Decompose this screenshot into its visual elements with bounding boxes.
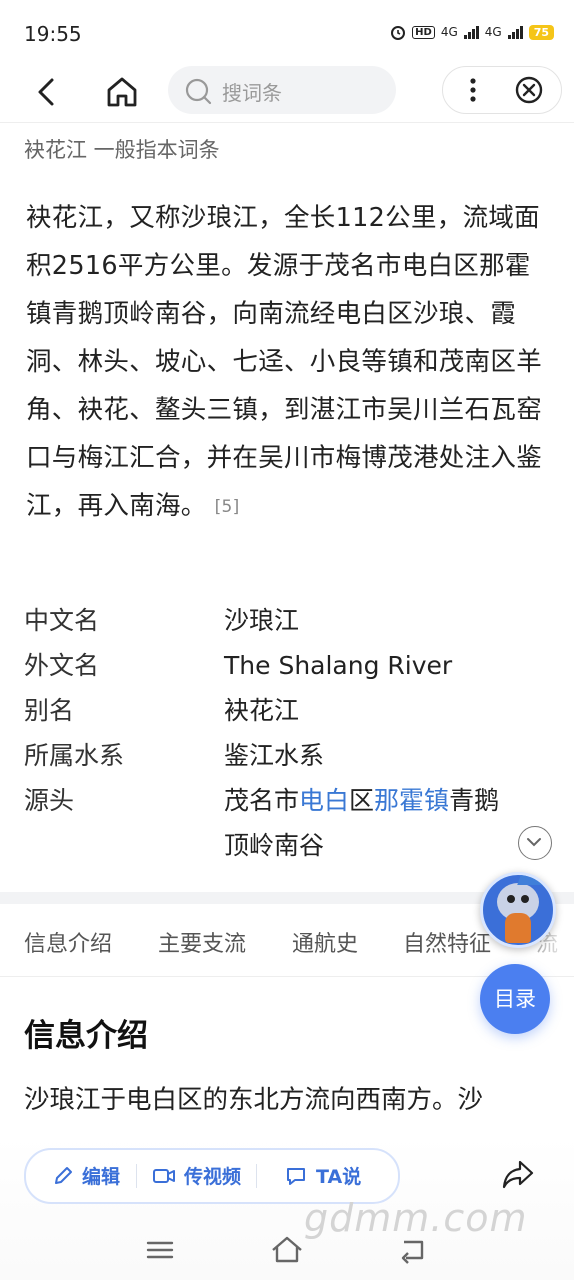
more-dots-icon <box>470 78 476 102</box>
top-nav: 搜词条 <box>0 66 574 118</box>
infobox-row-foreign-name: 外文名 The Shalang River <box>24 643 544 688</box>
system-home-button[interactable] <box>267 1230 307 1270</box>
infobox-value: 茂名市电白区那霍镇青鹅顶岭南谷 <box>224 778 524 868</box>
system-back-button[interactable] <box>394 1230 434 1270</box>
chevron-down-icon <box>527 838 541 847</box>
infobox-value: 袂花江 <box>224 696 300 725</box>
battery-indicator: 75 <box>528 24 554 40</box>
mascot-body <box>505 913 531 943</box>
upload-video-label: 传视频 <box>184 1166 242 1188</box>
recent-apps-button[interactable] <box>140 1230 180 1270</box>
infobox-key: 外文名 <box>24 651 100 680</box>
edit-button[interactable]: 编辑 <box>52 1162 120 1189</box>
link-nahuo-town[interactable]: 那霍镇 <box>374 786 449 815</box>
tab-info-intro[interactable]: 信息介绍 <box>24 926 112 958</box>
home-icon <box>107 77 137 107</box>
infobox-key: 别名 <box>24 696 75 725</box>
video-icon <box>153 1168 175 1183</box>
home-button[interactable] <box>102 72 142 112</box>
hd-badge: HD <box>412 25 435 39</box>
search-icon <box>185 78 212 105</box>
table-of-contents-button[interactable]: 目录 <box>480 964 550 1034</box>
infobox-row-river-system: 所属水系 鉴江水系 <box>24 733 544 778</box>
network-type-1: 4G <box>440 25 458 39</box>
return-icon <box>401 1240 424 1264</box>
close-circle-icon <box>515 76 543 104</box>
source-text-2: 区 <box>349 786 375 815</box>
action-separator <box>136 1164 137 1188</box>
assistant-avatar-button[interactable] <box>480 872 556 948</box>
pencil-icon <box>55 1166 72 1184</box>
close-button[interactable] <box>511 72 547 108</box>
share-button[interactable] <box>500 1156 536 1192</box>
section-title: 信息介绍 <box>24 1018 148 1054</box>
mini-program-capsule <box>442 66 562 114</box>
signal-icon-2 <box>507 25 523 39</box>
upload-video-button[interactable]: 传视频 <box>152 1162 241 1189</box>
status-bar: 19:55 HD 4G 4G 75 <box>0 0 574 66</box>
infobox-key: 中文名 <box>24 606 100 635</box>
infobox-key: 所属水系 <box>24 741 125 770</box>
system-nav-bar <box>0 1222 574 1280</box>
tab-main-tributaries[interactable]: 主要支流 <box>158 926 246 958</box>
expand-infobox-button[interactable] <box>518 826 552 860</box>
back-arrow-icon <box>38 78 54 106</box>
mascot-cap <box>517 875 547 885</box>
more-button[interactable] <box>455 71 491 109</box>
signal-icon <box>463 25 479 39</box>
ta-says-button[interactable]: TA说 <box>284 1162 361 1189</box>
alarm-icon <box>391 26 406 40</box>
mascot-eye <box>507 895 515 903</box>
network-type-2: 4G <box>484 25 502 39</box>
citation-link[interactable]: [5] <box>215 497 240 517</box>
ta-says-label: TA说 <box>316 1166 362 1188</box>
infobox-row-chinese-name: 中文名 沙琅江 <box>24 598 544 643</box>
infobox-value: The Shalang River <box>224 651 453 680</box>
search-input[interactable]: 搜词条 <box>168 66 396 114</box>
share-arrow-icon <box>502 1160 534 1189</box>
link-dianbai[interactable]: 电白 <box>299 786 349 815</box>
disambiguation-note[interactable]: 袂花江 一般指本词条 <box>24 134 220 164</box>
system-home-icon <box>272 1236 302 1263</box>
menu-lines-icon <box>146 1241 174 1259</box>
edit-label: 编辑 <box>82 1166 121 1188</box>
chat-bubble-icon <box>287 1167 305 1185</box>
section-body: 沙琅江于电白区的东北方流向西南方。沙 <box>24 1085 484 1115</box>
intro-text: 袂花江，又称沙琅江，全长112公里，流域面积2516平方公里。发源于茂名市电白区… <box>26 203 543 521</box>
search-placeholder: 搜词条 <box>222 81 282 105</box>
status-icons: HD 4G 4G 75 <box>390 24 554 40</box>
infobox-row-source: 源头 茂名市电白区那霍镇青鹅顶岭南谷 <box>24 778 544 868</box>
infobox-value: 鉴江水系 <box>224 741 325 770</box>
tab-natural-features[interactable]: 自然特征 <box>403 926 491 958</box>
infobox-row-alias: 别名 袂花江 <box>24 688 544 733</box>
source-text-1: 茂名市 <box>224 786 300 815</box>
tab-navigation-history[interactable]: 通航史 <box>292 926 358 958</box>
status-time: 19:55 <box>24 22 82 46</box>
back-button[interactable] <box>28 72 68 112</box>
action-separator <box>256 1164 257 1188</box>
intro-paragraph: 袂花江，又称沙琅江，全长112公里，流域面积2516平方公里。发源于茂名市电白区… <box>26 194 556 531</box>
mascot-eye <box>521 895 529 903</box>
infobox-key: 源头 <box>24 786 75 815</box>
nav-divider <box>0 122 574 123</box>
infobox: 中文名 沙琅江 外文名 The Shalang River 别名 袂花江 所属水… <box>24 598 544 868</box>
infobox-value: 沙琅江 <box>224 606 300 635</box>
